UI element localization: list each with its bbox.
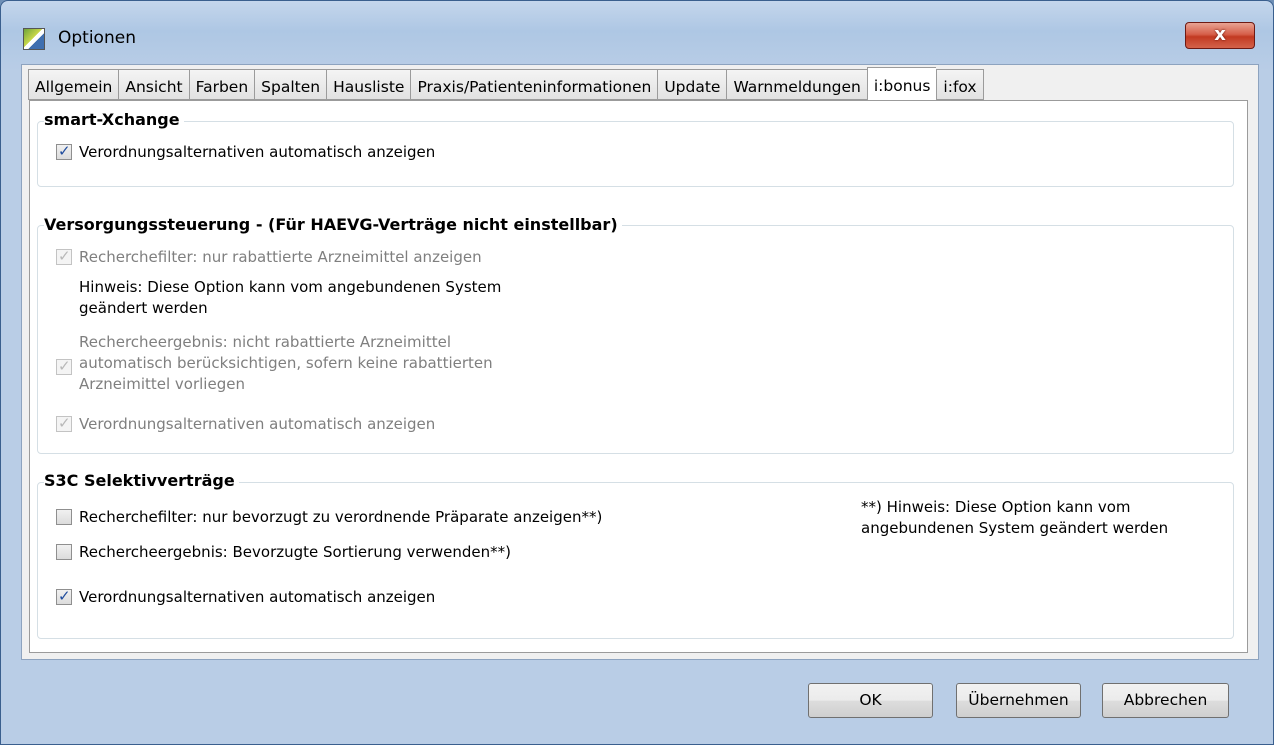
window-title: Optionen	[58, 28, 136, 48]
versorgung-hint-line2: geändert werden	[79, 299, 208, 317]
tab-bar: Allgemein Ansicht Farben Spalten Hauslis…	[28, 67, 984, 101]
checkbox-row-versorgung-alternatives[interactable]: Verordnungsalternativen automatisch anze…	[56, 414, 436, 433]
checkbox-row-s3c-alternatives[interactable]: Verordnungsalternativen automatisch anze…	[56, 587, 436, 606]
title-bar[interactable]: Optionen x	[1, 1, 1273, 63]
option2-label-line1: Rechercheergebnis: nicht rabattierte Arz…	[79, 333, 451, 351]
s3c-note-line2: angebundenen System geändert werden	[861, 519, 1169, 537]
tab-allgemein[interactable]: Allgemein	[28, 69, 119, 100]
checkbox-label: Verordnungsalternativen automatisch anze…	[79, 415, 436, 433]
tab-praxis-patienteninformationen[interactable]: Praxis/Patienteninformationen	[410, 69, 658, 100]
checkbox-s3c-alternatives[interactable]	[56, 587, 72, 605]
option2-label-line3: Arzneimittel vorliegen	[79, 375, 245, 393]
checkbox-label: Verordnungsalternativen automatisch anze…	[79, 588, 436, 606]
tab-ibonus[interactable]: i:bonus	[866, 67, 937, 100]
checkbox-smart-xchange-alternatives[interactable]	[56, 142, 72, 160]
button-bar: OK Übernehmen Abbrechen	[21, 661, 1259, 731]
option2-label-line2: automatisch berücksichtigen, sofern kein…	[79, 354, 493, 372]
tab-update[interactable]: Update	[657, 69, 727, 100]
checkbox-label: Rechercheergebnis: Bevorzugte Sortierung…	[79, 543, 512, 561]
group-title-smart-xchange: smart-Xchange	[44, 110, 184, 129]
ok-button[interactable]: OK	[808, 683, 933, 718]
close-button[interactable]: x	[1185, 22, 1255, 49]
checkbox-label: Recherchefilter: nur rabattierte Arzneim…	[79, 248, 482, 266]
dialog-content: Allgemein Ansicht Farben Spalten Hauslis…	[21, 64, 1259, 660]
tab-hausliste[interactable]: Hausliste	[326, 69, 411, 100]
tab-ansicht[interactable]: Ansicht	[118, 69, 189, 100]
checkbox-versorgung-alternatives[interactable]	[56, 414, 72, 432]
tab-ifox[interactable]: i:fox	[936, 69, 984, 100]
cancel-button[interactable]: Abbrechen	[1102, 683, 1229, 718]
apply-button[interactable]: Übernehmen	[956, 683, 1081, 718]
options-dialog: Optionen x Allgemein Ansicht Farben Spal…	[0, 0, 1274, 745]
group-title-versorgungssteuerung: Versorgungssteuerung - (Für HAEVG-Verträ…	[44, 215, 622, 234]
checkbox-row-smart-xchange-alternatives[interactable]: Verordnungsalternativen automatisch anze…	[56, 142, 436, 161]
tab-warnmeldungen[interactable]: Warnmeldungen	[726, 69, 867, 100]
checkbox-row-s3c-sortierung[interactable]: Rechercheergebnis: Bevorzugte Sortierung…	[56, 543, 511, 561]
group-title-s3c: S3C Selektivverträge	[44, 471, 239, 490]
checkbox-recherchefilter-rabattiert[interactable]	[56, 247, 72, 265]
s3c-note-line1: **) Hinweis: Diese Option kann vom	[861, 498, 1131, 516]
close-icon: x	[1214, 24, 1226, 45]
checkbox-s3c-recherchefilter[interactable]	[56, 509, 72, 525]
checkbox-nicht-rabattiert-beruecksichtigen[interactable]	[56, 357, 72, 375]
checkbox-row-s3c-recherchefilter[interactable]: Recherchefilter: nur bevorzugt zu verord…	[56, 508, 602, 526]
tab-panel-ibonus: smart-Xchange Verordnungsalternativen au…	[29, 100, 1248, 653]
app-logo-icon	[23, 28, 45, 50]
checkbox-label: Recherchefilter: nur bevorzugt zu verord…	[79, 508, 603, 526]
tab-spalten[interactable]: Spalten	[254, 69, 327, 100]
versorgung-hint-line1: Hinweis: Diese Option kann vom angebunde…	[79, 278, 502, 296]
tab-farben[interactable]: Farben	[188, 69, 255, 100]
checkbox-row-recherchefilter-rabattiert[interactable]: Recherchefilter: nur rabattierte Arzneim…	[56, 247, 482, 266]
checkbox-label: Verordnungsalternativen automatisch anze…	[79, 143, 436, 161]
checkbox-s3c-sortierung[interactable]	[56, 544, 72, 560]
